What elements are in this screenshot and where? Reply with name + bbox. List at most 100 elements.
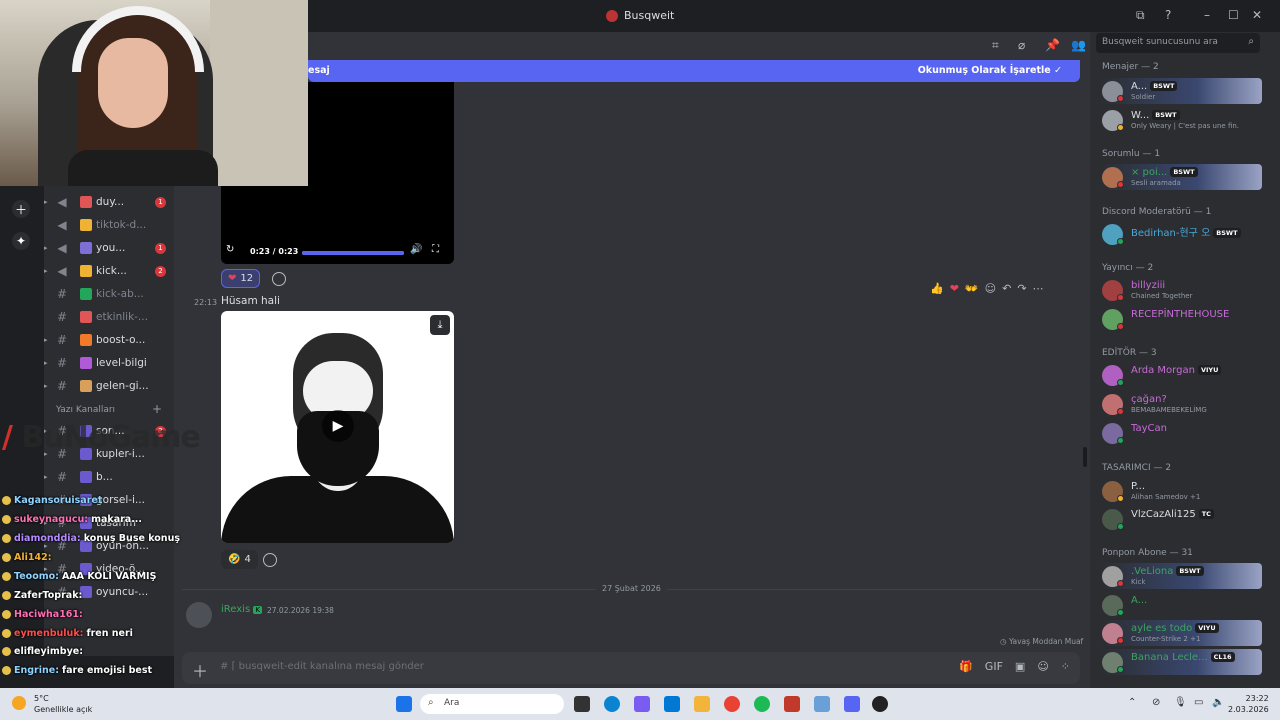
member-item[interactable]: TayCan <box>1100 420 1262 446</box>
threads-icon[interactable]: ⌗ <box>992 38 999 53</box>
attach-icon[interactable]: ＋ <box>192 658 208 682</box>
close-button[interactable]: ✕ <box>1252 8 1262 22</box>
reaction-laugh[interactable]: 🤣 4 <box>221 550 258 569</box>
sidebar-item-channel[interactable]: # kick-ab... <box>44 284 174 304</box>
weather-widget[interactable]: 5°C Genellikle açık <box>34 693 92 715</box>
member-name: A... BSWT <box>1131 81 1178 92</box>
app-icon[interactable] <box>784 696 800 712</box>
add-reaction-icon[interactable] <box>263 553 277 567</box>
taskbar-search[interactable]: ⌕ Ara <box>420 694 564 714</box>
reply-icon[interactable]: ↶ <box>1002 282 1011 295</box>
sidebar-item-channel[interactable]: ▸ # b... <box>44 467 174 487</box>
sidebar-item-channel[interactable]: ▸ ◀ kick... 2 <box>44 261 174 281</box>
member-item[interactable]: billyziii Chained Together <box>1100 277 1262 303</box>
message-composer[interactable]: ＋ # ⌈ busqweit-edit kanalına mesaj gönde… <box>182 652 1080 684</box>
author-name[interactable]: iRexis K <box>221 604 262 615</box>
member-item[interactable]: A... <box>1100 592 1262 618</box>
new-messages-bar[interactable]: esaj Okunmuş Olarak İşaretle ✓ <box>308 60 1080 82</box>
member-item[interactable]: ayle es todo VIYU Counter-Strike 2 +1 <box>1100 620 1262 646</box>
hashtag-icon: # <box>56 470 68 484</box>
maximize-button[interactable]: ☐ <box>1228 8 1239 22</box>
member-item[interactable]: P... Alihan Samedov +1 <box>1100 478 1262 504</box>
chrome-icon[interactable] <box>724 696 740 712</box>
help-icon[interactable]: ? <box>1165 8 1171 22</box>
gift-icon[interactable]: 🎁 <box>959 660 973 673</box>
store-icon[interactable] <box>664 696 680 712</box>
chat-scrollbar[interactable] <box>1083 447 1087 467</box>
mic-icon[interactable]: 🎙 <box>1174 697 1187 708</box>
member-item[interactable]: Arda Morgan VIYU <box>1100 362 1262 388</box>
mark-as-read-button[interactable]: Okunmuş Olarak İşaretle ✓ <box>918 65 1062 76</box>
member-item[interactable]: .VeLiona BSWT Kick <box>1100 563 1262 589</box>
member-item[interactable]: Banana Lecle... CL16 <box>1100 649 1262 675</box>
mention-badge: 2 <box>155 265 166 277</box>
sticker-icon[interactable]: ▣ <box>1015 660 1025 673</box>
pin-icon[interactable]: 📌 <box>1045 38 1060 52</box>
member-item[interactable]: Bedirhan-현구 오 BSWT <box>1100 221 1262 247</box>
volume-icon[interactable]: 🔊 <box>410 244 422 255</box>
reaction-heart[interactable]: ❤ 12 <box>221 269 261 288</box>
avatar[interactable] <box>186 602 212 628</box>
video-attachment-2[interactable]: ▶ ⤓ <box>221 311 454 543</box>
emoji-icon[interactable]: ☺ <box>1037 660 1048 673</box>
video-progress-bar[interactable] <box>302 251 404 255</box>
weather-desc: Genellikle açık <box>34 705 93 714</box>
category-label[interactable]: Yazı Kanalları <box>56 405 115 415</box>
sidebar-item-channel[interactable]: ▸ # level-bilgi <box>44 353 174 373</box>
chevron-up-icon[interactable]: ⌃ <box>1128 697 1136 708</box>
member-item[interactable]: × poi... BSWT Sesli aramada <box>1100 164 1262 190</box>
obs-icon[interactable] <box>872 696 888 712</box>
role-header: Yayıncı — 2 <box>1102 263 1154 273</box>
volume-icon[interactable]: 🔈 <box>1212 697 1224 708</box>
apps-icon[interactable]: ⁘ <box>1061 660 1070 673</box>
gif-icon[interactable]: GIF <box>985 660 1003 673</box>
discover-icon[interactable]: ✦ <box>12 232 30 250</box>
edge-icon[interactable] <box>604 696 620 712</box>
add-reaction-icon[interactable] <box>272 272 286 286</box>
member-item[interactable]: W... BSWT Only Weary | C'est pas une fin. <box>1100 107 1262 133</box>
sidebar-item-channel[interactable]: ▸ ◀ duy... 1 <box>44 192 174 212</box>
clock[interactable]: 23:22 2.03.2026 <box>1228 693 1269 715</box>
hands-icon[interactable]: 👐 <box>965 282 979 295</box>
badge-icon <box>2 647 11 656</box>
settings-icon[interactable] <box>814 696 830 712</box>
chevron-right-icon: ▸ <box>44 473 48 481</box>
start-icon[interactable] <box>396 696 412 712</box>
stream-chat-line: Haciwha161: <box>2 609 86 620</box>
sidebar-item-channel[interactable]: ▸ # boost-o... <box>44 330 174 350</box>
sidebar-item-channel[interactable]: ▸ # gelen-gi... <box>44 376 174 396</box>
replay-icon[interactable]: ↻ <box>226 244 234 255</box>
message-text: Hüsam hali <box>221 295 280 307</box>
sidebar-item-channel[interactable]: ▸ ◀ you... 1 <box>44 238 174 258</box>
task-view-icon[interactable] <box>574 696 590 712</box>
sidebar-item-channel[interactable]: # etkinlik-... <box>44 307 174 327</box>
screen: Busqweit ⧉ ? – ☐ ✕ ⌗ ⌀ 📌 👥 esaj Okunmuş … <box>0 0 1280 720</box>
discord-icon[interactable] <box>844 696 860 712</box>
more-icon[interactable]: ⋯ <box>1033 282 1044 295</box>
inbox-icon[interactable]: ⧉ <box>1136 8 1145 23</box>
fullscreen-icon[interactable]: ⛶ <box>432 244 439 255</box>
member-item[interactable]: A... BSWT Soldier <box>1100 78 1262 104</box>
server-search-input[interactable]: Busqweit sunucusunu ara ⌕ <box>1096 33 1260 53</box>
minimize-button[interactable]: – <box>1204 8 1210 22</box>
create-channel-icon[interactable]: + <box>152 402 162 416</box>
heart-react-icon[interactable]: ❤ <box>950 282 959 295</box>
download-icon[interactable]: ⤓ <box>430 315 450 335</box>
file-explorer-icon[interactable] <box>694 696 710 712</box>
copilot-icon[interactable] <box>634 696 650 712</box>
sidebar-item-channel[interactable]: ◀ tiktok-d... <box>44 215 174 235</box>
add-reaction-icon[interactable]: ☺ <box>985 282 996 295</box>
taskbar: 5°C Genellikle açık ⌕ Ara ⌃ ⊘ 🎙 ▭ 🔈 23:2… <box>0 688 1280 720</box>
member-item[interactable]: RECEPİNTHEHOUSE <box>1100 306 1262 332</box>
play-icon[interactable]: ▶ <box>322 410 354 442</box>
thumbs-up-icon[interactable]: 👍 <box>930 282 944 295</box>
member-item[interactable]: VlzCazAli125 TC <box>1100 506 1262 532</box>
members-icon[interactable]: 👥 <box>1071 38 1086 52</box>
mute-icon[interactable]: ⌀ <box>1018 38 1025 52</box>
member-item[interactable]: çağan? BEMABAMEBEKELİMG <box>1100 391 1262 417</box>
forward-icon[interactable]: ↷ <box>1017 282 1026 295</box>
display-icon[interactable]: ▭ <box>1194 697 1203 708</box>
network-icon[interactable]: ⊘ <box>1152 697 1160 708</box>
spotify-icon[interactable] <box>754 696 770 712</box>
add-server-icon[interactable]: ＋ <box>12 200 30 218</box>
